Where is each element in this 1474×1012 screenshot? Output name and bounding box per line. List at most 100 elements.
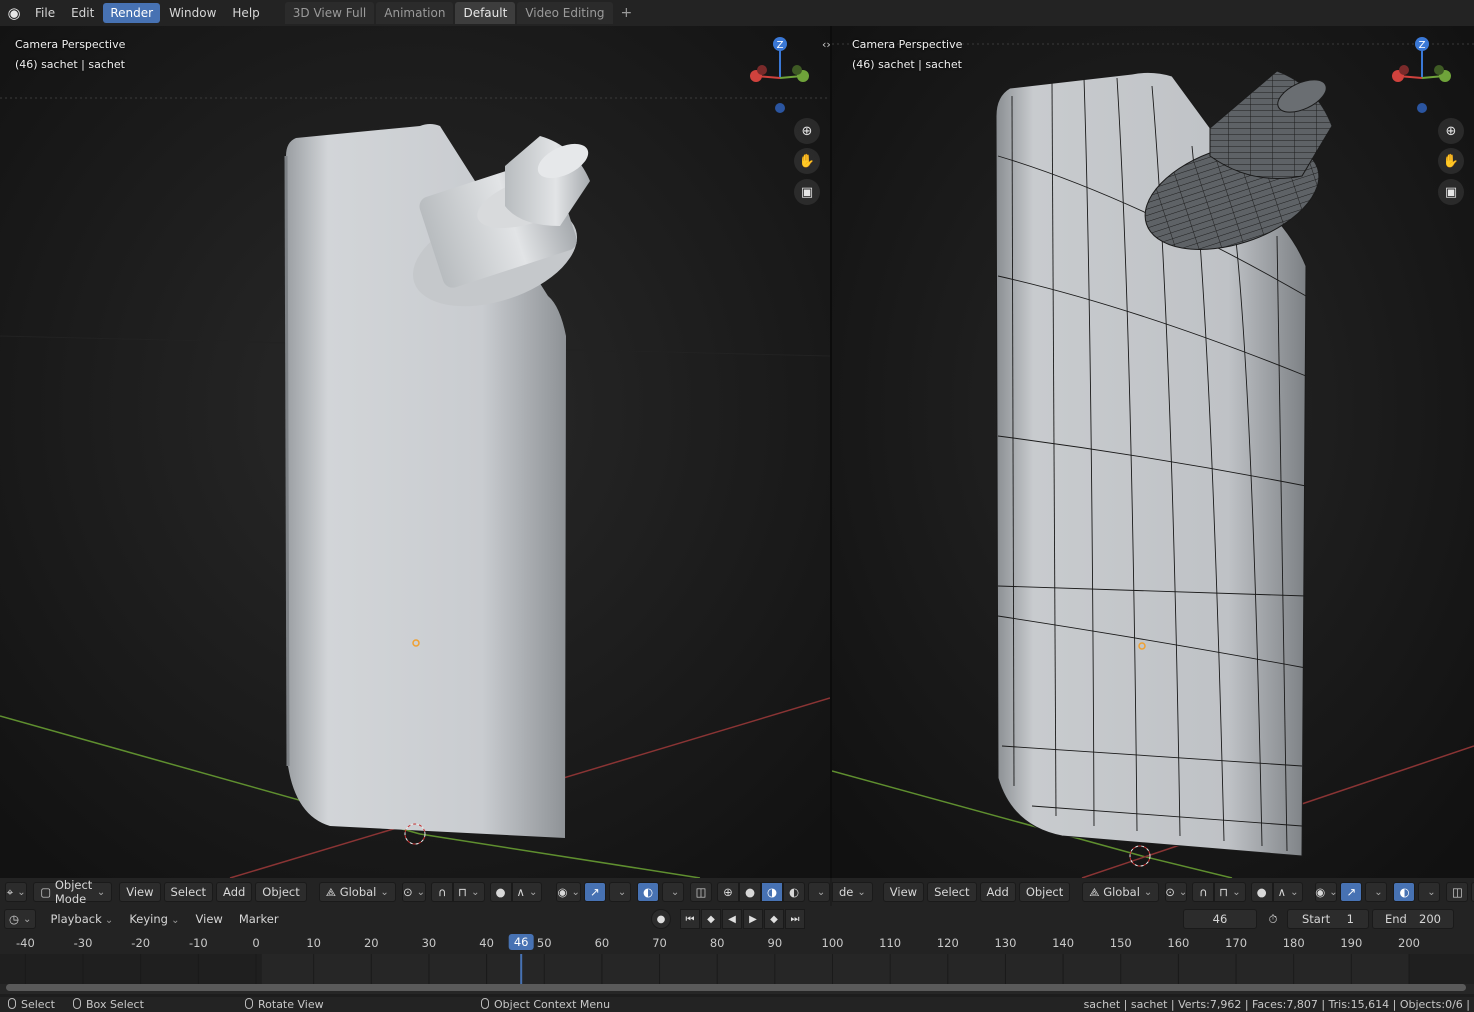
proportional-edit-icon[interactable]: ● bbox=[489, 882, 512, 902]
overlay-options-icon[interactable] bbox=[1418, 882, 1441, 902]
gizmo-options-icon[interactable] bbox=[1365, 882, 1388, 902]
proportional-edit-icon[interactable]: ● bbox=[1250, 882, 1273, 902]
add-workspace-icon[interactable]: + bbox=[615, 5, 639, 21]
menu-select[interactable]: Select bbox=[927, 882, 977, 902]
frame-tick-label: 60 bbox=[594, 936, 610, 950]
frame-tick-label: 100 bbox=[821, 936, 844, 950]
menu-add[interactable]: Add bbox=[979, 882, 1016, 902]
menu-window[interactable]: Window bbox=[162, 3, 223, 23]
camera-icon[interactable]: ▣ bbox=[1438, 179, 1464, 205]
menu-object[interactable]: Object bbox=[1018, 882, 1071, 902]
gizmo-toggle-icon[interactable]: ↗ bbox=[584, 882, 606, 902]
object-mode-dropdown[interactable]: de bbox=[832, 882, 873, 902]
visibility-eye-icon[interactable]: ◉ bbox=[556, 882, 581, 902]
tab-video-editing[interactable]: Video Editing bbox=[517, 2, 613, 24]
timeline-ruler[interactable]: 200 190 180 170 160 150 140 130 120 110 100 90 80 70 6… bbox=[0, 932, 1474, 954]
overlay-toggle-icon[interactable]: ◐ bbox=[637, 882, 659, 902]
menu-view[interactable]: View bbox=[119, 882, 161, 902]
material-shading-icon[interactable]: ◑ bbox=[761, 882, 783, 902]
current-frame-field[interactable]: 46 bbox=[1183, 909, 1257, 929]
navigation-gizmo-right[interactable]: Z bbox=[1384, 34, 1464, 130]
viewport-right[interactable]: Camera Perspective (46) sachet | sachet … bbox=[832, 26, 1474, 878]
snap-target-icon[interactable]: ⊓ bbox=[453, 882, 485, 902]
jump-end-icon[interactable]: ⏭ bbox=[785, 909, 805, 929]
wireframe-shading-icon[interactable]: ⊕ bbox=[717, 882, 739, 902]
pivot-point-icon[interactable]: ⊙ bbox=[1165, 882, 1188, 902]
mouse-right-icon bbox=[481, 998, 489, 1009]
menu-playback[interactable]: Playback bbox=[42, 912, 121, 926]
frame-tick-label: 190 bbox=[1340, 936, 1363, 950]
menu-select[interactable]: Select bbox=[163, 882, 214, 902]
transform-orientation-dropdown[interactable]: ⟁ Global bbox=[318, 882, 396, 902]
timeline-editor-type-icon[interactable]: ◷ bbox=[4, 909, 37, 929]
menu-keying[interactable]: Keying bbox=[121, 912, 187, 926]
menu-marker[interactable]: Marker bbox=[231, 912, 287, 926]
xray-icon[interactable]: ◫ bbox=[690, 882, 712, 902]
navigation-gizmo-left[interactable]: Z bbox=[742, 34, 822, 130]
timeline-scrollbar[interactable] bbox=[6, 984, 1466, 991]
overlay-toggle-icon[interactable]: ◐ bbox=[1393, 882, 1416, 902]
next-keyframe-icon[interactable]: ◆ bbox=[764, 909, 784, 929]
mouse-middle-icon bbox=[245, 998, 253, 1009]
viewport-left[interactable]: Camera Perspective (46) sachet | sachet … bbox=[0, 26, 830, 878]
editor-type-icon[interactable]: ⌖ bbox=[5, 882, 28, 902]
playback-controls: ● ⏮ ◆ ◀ ▶ ◆ ⏭ bbox=[650, 909, 805, 929]
tab-default[interactable]: Default bbox=[455, 2, 516, 24]
viewport-right-info: Camera Perspective (46) sachet | sachet bbox=[852, 35, 962, 75]
viewport-left-header: ⌖ ▢ Object Mode View Select Add Object ⟁… bbox=[0, 878, 830, 906]
tab-animation[interactable]: Animation bbox=[376, 2, 454, 24]
tab-3d-view-full[interactable]: 3D View Full bbox=[284, 2, 375, 24]
start-value: 1 bbox=[1346, 912, 1354, 926]
shading-options-icon[interactable] bbox=[808, 882, 830, 902]
prev-keyframe-icon[interactable]: ◆ bbox=[701, 909, 721, 929]
gizmo-toggle-icon[interactable]: ↗ bbox=[1340, 882, 1363, 902]
gizmo-options-icon[interactable] bbox=[609, 882, 631, 902]
menu-view[interactable]: View bbox=[882, 882, 925, 902]
pivot-point-icon[interactable]: ⊙ bbox=[401, 882, 427, 902]
blender-logo-icon[interactable]: ◉ bbox=[0, 0, 28, 26]
viewport-right-header: de View Select Add Object ⟁ Global ⊙ ∩⊓ … bbox=[832, 878, 1474, 906]
orientation-label: Global bbox=[339, 885, 377, 899]
stopwatch-icon[interactable]: ⏱ bbox=[1262, 909, 1284, 929]
pan-hand-icon[interactable]: ✋ bbox=[1438, 148, 1464, 174]
status-rotate-view-label: Rotate View bbox=[258, 998, 324, 1011]
camera-perspective-label: Camera Perspective bbox=[15, 38, 126, 51]
current-frame-marker[interactable]: 46 bbox=[508, 934, 534, 950]
out-of-range-shade bbox=[0, 954, 262, 984]
jump-start-icon[interactable]: ⏮ bbox=[680, 909, 700, 929]
snap-target-icon[interactable]: ⊓ bbox=[1214, 882, 1246, 902]
visibility-eye-icon[interactable]: ◉ bbox=[1315, 882, 1338, 902]
falloff-icon[interactable]: ∧ bbox=[511, 882, 543, 902]
pan-hand-icon[interactable]: ✋ bbox=[794, 148, 820, 174]
split-arrows-icon[interactable]: ‹› bbox=[822, 38, 831, 51]
zoom-icon[interactable]: ⊕ bbox=[1438, 118, 1464, 144]
menu-file[interactable]: File bbox=[28, 3, 62, 23]
viewport-left-scene bbox=[0, 26, 830, 878]
end-frame-field[interactable]: End 200 bbox=[1372, 909, 1454, 929]
play-reverse-icon[interactable]: ◀ bbox=[722, 909, 742, 929]
solid-shading-icon[interactable]: ● bbox=[739, 882, 761, 902]
camera-icon[interactable]: ▣ bbox=[794, 179, 820, 205]
zoom-icon[interactable]: ⊕ bbox=[794, 118, 820, 144]
frame-tick-label: 80 bbox=[709, 936, 725, 950]
overlay-options-icon[interactable] bbox=[662, 882, 684, 902]
snap-icon[interactable]: ∩ bbox=[1192, 882, 1215, 902]
menu-edit[interactable]: Edit bbox=[64, 3, 101, 23]
menu-help[interactable]: Help bbox=[225, 3, 266, 23]
xray-icon[interactable]: ◫ bbox=[1446, 882, 1469, 902]
play-icon[interactable]: ▶ bbox=[743, 909, 763, 929]
record-icon[interactable]: ● bbox=[651, 909, 671, 929]
menu-object[interactable]: Object bbox=[255, 882, 307, 902]
transform-orientation-dropdown[interactable]: ⟁ Global bbox=[1082, 882, 1160, 902]
start-frame-field[interactable]: Start 1 bbox=[1287, 909, 1369, 929]
gizmo-z-label: Z bbox=[777, 40, 784, 51]
object-mode-dropdown[interactable]: ▢ Object Mode bbox=[33, 878, 113, 906]
snap-icon[interactable]: ∩ bbox=[431, 882, 454, 902]
falloff-icon[interactable]: ∧ bbox=[1272, 882, 1304, 902]
start-label: Start bbox=[1302, 912, 1331, 926]
rendered-shading-icon[interactable]: ◐ bbox=[783, 882, 805, 902]
status-context-menu: Object Context Menu bbox=[481, 998, 610, 1011]
menu-timeline-view[interactable]: View bbox=[188, 912, 231, 926]
menu-add[interactable]: Add bbox=[216, 882, 253, 902]
menu-render[interactable]: Render bbox=[103, 3, 161, 23]
